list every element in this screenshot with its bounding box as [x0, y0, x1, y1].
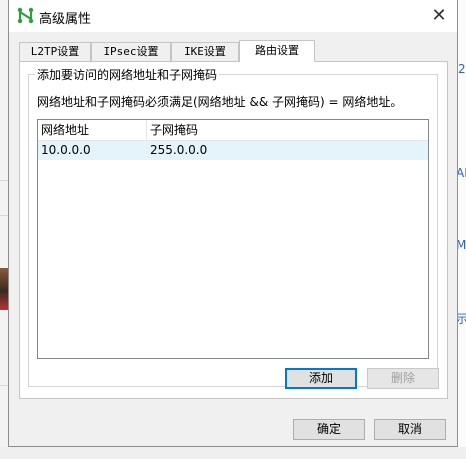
cell-mask: 255.0.0.0: [150, 143, 208, 157]
close-button[interactable]: ✕: [427, 4, 451, 28]
background-text: 2: [458, 62, 466, 76]
tab-ipsec-settings[interactable]: IPsec设置: [91, 42, 171, 61]
app-network-icon: [17, 7, 34, 24]
route-settings-panel: 添加要访问的网络地址和子网掩码 网络地址和子网掩码必须满足(网络地址 && 子网…: [19, 61, 448, 399]
tab-ike-settings[interactable]: IKE设置: [171, 42, 239, 61]
cancel-button[interactable]: 取消: [374, 419, 446, 440]
hint-text: 网络地址和子网掩码必须满足(网络地址 && 子网掩码) = 网络地址。: [37, 95, 403, 109]
background-window-bottom: [0, 447, 466, 459]
ok-button[interactable]: 确定: [293, 419, 365, 440]
add-button[interactable]: 添加: [285, 368, 357, 389]
advanced-properties-dialog: 高级属性 ✕ L2TP设置 IPsec设置 IKE设置 路由设置 添加要访问的网…: [8, 0, 458, 447]
route-list[interactable]: 网络地址 子网掩码 10.0.0.0 255.0.0.0: [37, 119, 429, 359]
route-groupbox: 添加要访问的网络地址和子网掩码 网络地址和子网掩码必须满足(网络地址 && 子网…: [28, 66, 439, 389]
tab-l2tp-settings[interactable]: L2TP设置: [19, 42, 91, 61]
group-title: 添加要访问的网络地址和子网掩码: [35, 66, 220, 83]
close-icon: ✕: [431, 5, 447, 26]
table-row[interactable]: 10.0.0.0 255.0.0.0: [38, 141, 428, 160]
cell-network: 10.0.0.0: [41, 143, 91, 157]
dialog-title: 高级属性: [39, 12, 92, 27]
tab-route-settings[interactable]: 路由设置: [239, 40, 315, 62]
column-header-network[interactable]: 网络地址: [38, 120, 147, 140]
list-header: 网络地址 子网掩码: [38, 120, 428, 141]
column-header-mask[interactable]: 子网掩码: [147, 120, 267, 140]
delete-button[interactable]: 删除: [367, 368, 439, 389]
title-bar: 高级属性 ✕: [9, 0, 457, 32]
